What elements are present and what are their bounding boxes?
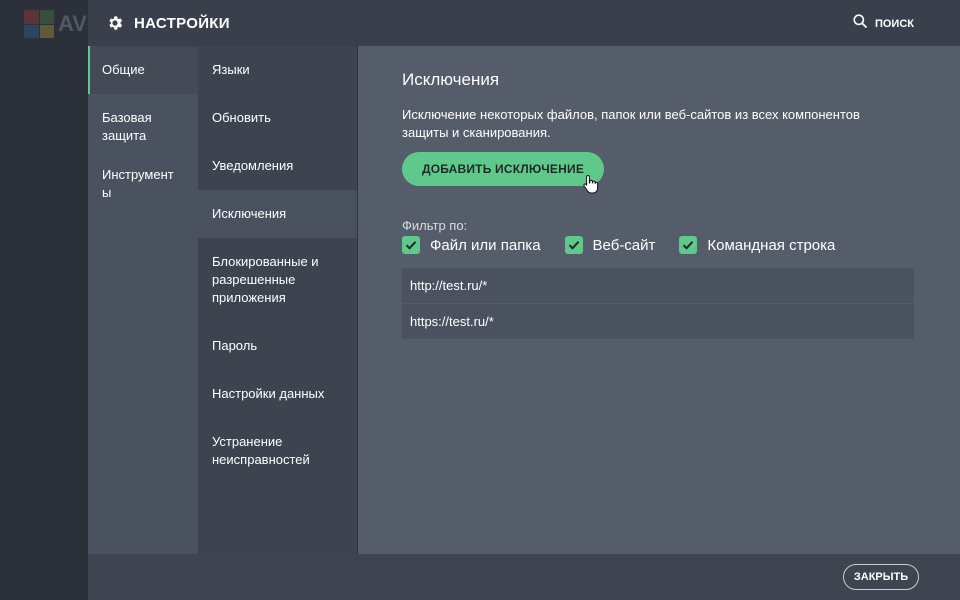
check-icon	[679, 236, 698, 254]
add-exclusion-button[interactable]: ДОБАВИТЬ ИСКЛЮЧЕНИЕ	[402, 152, 604, 186]
nav-item-label: Устранение неисправностей	[212, 434, 310, 467]
nav-item-label: Общие	[102, 62, 145, 77]
filter-website-checkbox[interactable]: Веб-сайт	[564, 236, 656, 254]
secondary-nav: Языки Обновить Уведомления Исключения Бл…	[198, 46, 358, 554]
filter-command-line-checkbox[interactable]: Командная строка	[679, 236, 835, 254]
avg-logo-icon	[24, 10, 54, 38]
nav-item-label: Базовая защита	[102, 110, 152, 143]
filter-label-text: Веб-сайт	[592, 236, 656, 254]
nav-item-data-settings[interactable]: Настройки данных	[198, 370, 358, 418]
filter-file-folder-checkbox[interactable]: Файл или папка	[402, 236, 541, 254]
check-icon	[564, 236, 583, 254]
dialog-title: НАСТРОЙКИ	[134, 14, 230, 32]
dialog-header: НАСТРОЙКИ ПОИСК	[88, 0, 960, 46]
filter-label-text: Файл или папка	[430, 236, 541, 254]
nav-item-label: Инструмент ы	[102, 167, 174, 200]
nav-item-label: Обновить	[212, 110, 271, 125]
nav-item-label: Блокированные и разрешенные приложения	[212, 254, 319, 305]
nav-item-label: Уведомления	[212, 158, 294, 173]
exclusion-value: http://test.ru/*	[410, 278, 488, 293]
filter-label-text: Командная строка	[707, 236, 836, 254]
search-button[interactable]: ПОИСК	[853, 14, 914, 33]
exclusions-list: http://test.ru/* https://test.ru/*	[402, 268, 914, 340]
list-item[interactable]: http://test.ru/*	[402, 268, 914, 304]
primary-nav: Общие Базовая защита Инструмент ы	[88, 46, 198, 554]
settings-dialog: НАСТРОЙКИ ПОИСК Общие Базовая защита Инс…	[88, 0, 960, 600]
check-icon	[402, 236, 420, 254]
nav-item-languages[interactable]: Языки	[198, 46, 358, 94]
filter-label: Фильтр по:	[402, 218, 468, 233]
gear-icon	[106, 14, 124, 32]
nav-item-exclusions[interactable]: Исключения	[198, 190, 358, 238]
nav-item-password[interactable]: Пароль	[198, 322, 358, 370]
nav-item-blocked-allowed-apps[interactable]: Блокированные и разрешенные приложения	[198, 238, 358, 322]
page-title: Исключения	[402, 70, 500, 89]
filter-checkboxes: Файл или папка Веб-сайт Командная строка	[402, 236, 859, 254]
dialog-footer: ЗАКРЫТЬ	[88, 554, 960, 600]
nav-item-tools[interactable]: Инструмент ы	[88, 160, 198, 210]
close-button[interactable]: ЗАКРЫТЬ	[843, 564, 919, 590]
nav-item-update[interactable]: Обновить	[198, 94, 358, 142]
search-icon	[853, 14, 867, 33]
nav-item-troubleshooting[interactable]: Устранение неисправностей	[198, 418, 358, 484]
nav-item-notifications[interactable]: Уведомления	[198, 142, 358, 190]
nav-item-label: Языки	[212, 62, 250, 77]
nav-item-label: Пароль	[212, 338, 258, 353]
search-label: ПОИСК	[874, 17, 914, 30]
nav-item-general[interactable]: Общие	[88, 46, 198, 94]
exclusions-panel: Исключения Исключение некоторых файлов, …	[358, 46, 960, 554]
background-app: AVG	[0, 0, 104, 600]
exclusion-value: https://test.ru/*	[410, 314, 494, 329]
page-description: Исключение некоторых файлов, папок или в…	[402, 107, 860, 140]
list-item[interactable]: https://test.ru/*	[402, 304, 914, 340]
hand-cursor-icon	[583, 174, 599, 199]
nav-item-label: Исключения	[212, 206, 287, 221]
nav-item-basic-protection[interactable]: Базовая защита	[88, 94, 198, 160]
nav-item-label: Настройки данных	[212, 386, 325, 401]
